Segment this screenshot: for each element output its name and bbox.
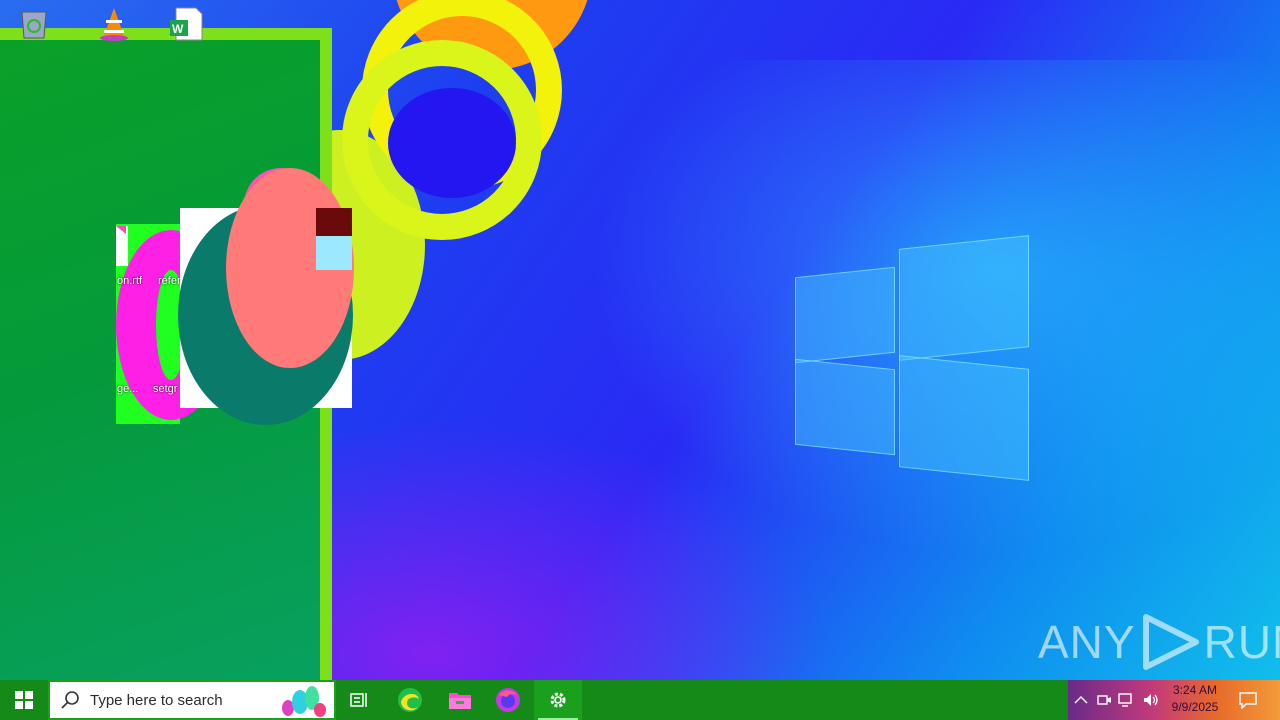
volume-icon[interactable]	[1142, 692, 1160, 708]
clock-time: 3:24 AM	[1172, 683, 1218, 697]
search-highlight-illustration-icon	[282, 686, 326, 717]
desktop-label-setgr: setgr	[153, 383, 178, 395]
rtf-file-icon[interactable]	[116, 226, 136, 266]
start-button[interactable]	[0, 680, 48, 720]
taskbar-clock[interactable]: 3:24 AM 9/9/2025	[1160, 682, 1230, 716]
clock-date: 9/9/2025	[1171, 700, 1219, 714]
watermark-any: ANY	[1038, 616, 1136, 668]
search-icon	[61, 691, 79, 709]
task-view-button[interactable]	[336, 680, 384, 720]
desktop-label-on-rtf: on.rtf	[117, 275, 143, 287]
gear-icon	[550, 692, 566, 708]
vlc-icon[interactable]	[94, 6, 134, 46]
folder-icon	[449, 693, 471, 709]
word-document-icon[interactable]: W	[166, 6, 206, 46]
edge-icon	[398, 688, 422, 712]
system-tray: 3:24 AM 9/9/2025	[1068, 680, 1280, 720]
taskbar: Type here to search 3:24 AM 9/9/2025	[0, 680, 1280, 720]
play-icon	[1142, 614, 1199, 670]
chevron-up-icon[interactable]	[1074, 695, 1088, 705]
glitch-cyan-square	[316, 236, 352, 270]
task-view-icon	[350, 693, 367, 707]
network-icon[interactable]	[1118, 692, 1136, 708]
meet-now-icon[interactable]	[1096, 692, 1112, 708]
notification-center-icon[interactable]	[1238, 691, 1258, 709]
recycle-bin-icon[interactable]	[14, 8, 54, 48]
desktop-label-refer: refer	[158, 275, 181, 287]
search-placeholder: Type here to search	[90, 691, 223, 709]
windows-start-icon	[15, 691, 33, 709]
firefox-taskbar-button[interactable]	[484, 680, 532, 720]
watermark-run: RUN	[1203, 616, 1280, 668]
firefox-icon	[496, 688, 520, 712]
windows-logo-wallpaper	[795, 235, 1030, 481]
edge-taskbar-button[interactable]	[386, 680, 434, 720]
file-explorer-taskbar-button[interactable]	[436, 680, 484, 720]
anyrun-watermark: ANY RUN	[1038, 612, 1280, 672]
glitch-blue-circle	[388, 88, 516, 198]
taskbar-search-box[interactable]: Type here to search	[48, 680, 336, 720]
desktop-label-ge: ge...	[117, 383, 139, 395]
svg-text:W: W	[172, 22, 184, 36]
wallpaper-purple-glow	[330, 420, 830, 680]
settings-taskbar-button[interactable]	[534, 680, 582, 720]
